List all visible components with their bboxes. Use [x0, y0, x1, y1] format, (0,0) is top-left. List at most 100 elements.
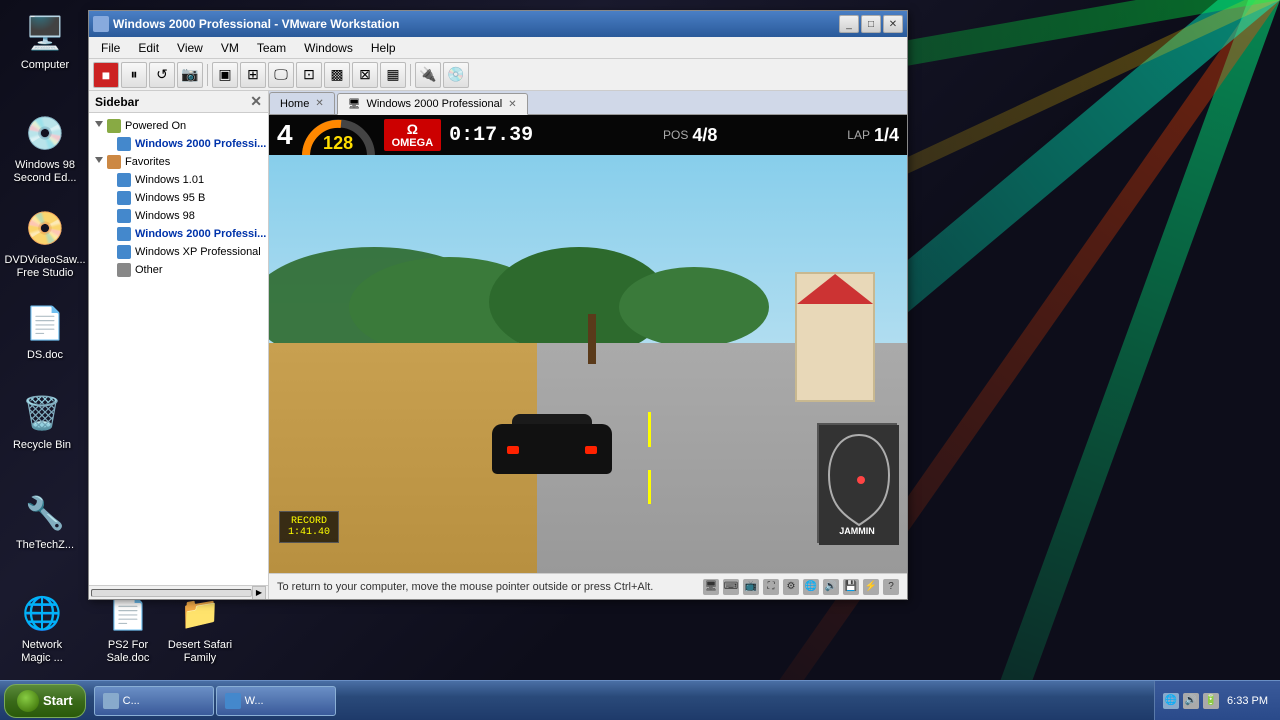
sidebar-item-winxp[interactable]: Windows XP Professional [89, 243, 268, 261]
pause-button[interactable]: ⏸ [121, 62, 147, 88]
desktop-icon-windows98[interactable]: 💿 Windows 98Second Ed... [5, 105, 85, 189]
view-btn-6[interactable]: ⊠ [352, 62, 378, 88]
menu-edit[interactable]: Edit [130, 39, 167, 57]
desktop-icon-network-magic[interactable]: 🌐 Network Magic ... [2, 585, 82, 669]
status-hdd-icon[interactable]: 💾 [843, 579, 859, 595]
dsdoc-icon: 📄 [21, 299, 69, 347]
sidebar-item-win2000[interactable]: Windows 2000 Professi... [89, 135, 268, 153]
windows98-label: Windows 98Second Ed... [14, 159, 77, 185]
tab-home-close[interactable]: ✕ [315, 98, 323, 109]
menu-help[interactable]: Help [363, 39, 404, 57]
sidebar-item-win95b[interactable]: Windows 95 B [89, 189, 268, 207]
minimize-button[interactable]: _ [839, 15, 859, 33]
status-message: To return to your computer, move the mou… [277, 581, 653, 593]
vm-area: Home ✕ 🖥 Windows 2000 Professional ✕ 4 [269, 91, 907, 599]
recycle-label: Recycle Bin [13, 439, 71, 452]
cd-button[interactable]: 💿 [443, 62, 469, 88]
view-btn-5[interactable]: ▩ [324, 62, 350, 88]
win101-label: Windows 1.01 [135, 174, 204, 186]
desktop-icon-dsdoc[interactable]: 📄 DS.doc [5, 295, 85, 366]
game-hud: 4 128 Ω OMEGA [269, 115, 907, 155]
view-normal-button[interactable]: ▣ [212, 62, 238, 88]
start-button[interactable]: Start [4, 684, 86, 718]
lap-value: 1/4 [874, 125, 899, 146]
view-btn-3[interactable]: 🖵 [268, 62, 294, 88]
restore-button[interactable]: □ [861, 15, 881, 33]
taskbar-item-label-2: W... [245, 695, 264, 707]
poweredon-section-icon [107, 119, 121, 133]
dvdvideo-icon: 📀 [21, 204, 69, 252]
expand-poweredon-icon [95, 121, 103, 131]
building-roof [797, 274, 873, 304]
sidebar-item-win101[interactable]: Windows 1.01 [89, 171, 268, 189]
menu-bar: File Edit View VM Team Windows Help [89, 37, 907, 59]
window-title: Windows 2000 Professional - VMware Works… [113, 17, 835, 31]
status-net-icon[interactable]: 🌐 [803, 579, 819, 595]
win2000-fav-label: Windows 2000 Professi... [135, 228, 266, 240]
sidebar: Sidebar ✕ Powered On Windows 2000 Profes… [89, 91, 269, 599]
status-monitor-icon[interactable]: 🖥 [703, 579, 719, 595]
building-main [795, 272, 875, 402]
sidebar-scrollbar[interactable]: ▶ [89, 585, 268, 599]
window-titlebar: Windows 2000 Professional - VMware Works… [89, 11, 907, 37]
menu-team[interactable]: Team [249, 39, 294, 57]
game-viewport[interactable]: 4 128 Ω OMEGA [269, 115, 907, 573]
sidebar-section-favorites[interactable]: Favorites [89, 153, 268, 171]
taskbar-desktop-icon [103, 693, 119, 709]
tab-win2000-close[interactable]: ✕ [508, 99, 516, 110]
status-sound-icon[interactable]: 🔊 [823, 579, 839, 595]
power-stop-button[interactable]: ■ [93, 62, 119, 88]
scrollbar-right-arrow[interactable]: ▶ [252, 586, 266, 600]
snapshot-button[interactable]: 📷 [177, 62, 203, 88]
win2000-fav-icon [117, 227, 131, 241]
desktop-icon-thetech[interactable]: 🔧 TheTechZ... [5, 485, 85, 556]
tab-win2000-label: Windows 2000 Professional [366, 98, 502, 110]
menu-view[interactable]: View [169, 39, 211, 57]
sidebar-section-poweredon[interactable]: Powered On [89, 117, 268, 135]
road-line-1 [648, 412, 651, 446]
taskbar-vmware-icon [225, 693, 241, 709]
menu-windows[interactable]: Windows [296, 39, 361, 57]
status-kbd-icon[interactable]: ⌨ [723, 579, 739, 595]
desktop-icon-computer[interactable]: 🖥️ Computer [5, 5, 85, 76]
desktop: 🖥️ Computer 💿 Windows 98Second Ed... 📀 D… [0, 0, 1280, 720]
recycle-icon: 🗑️ [18, 389, 66, 437]
status-display-icon[interactable]: 📺 [743, 579, 759, 595]
record-label: RECORD [288, 516, 330, 527]
sidebar-item-win2000-fav[interactable]: Windows 2000 Professi... [89, 225, 268, 243]
menu-file[interactable]: File [93, 39, 128, 57]
sidebar-item-win98[interactable]: Windows 98 [89, 207, 268, 225]
sidebar-close-button[interactable]: ✕ [250, 93, 262, 110]
tab-home-label: Home [280, 98, 309, 110]
close-button[interactable]: ✕ [883, 15, 903, 33]
sidebar-header: Sidebar ✕ [89, 91, 268, 113]
status-power-icon[interactable]: ⚡ [863, 579, 879, 595]
status-settings-icon[interactable]: ⚙ [783, 579, 799, 595]
taskbar: Start C... W... 🌐 🔊 🔋 6:33 PM [0, 680, 1280, 720]
winxp-label: Windows XP Professional [135, 246, 261, 258]
taskbar-item-vmware[interactable]: W... [216, 686, 336, 716]
winxp-icon [117, 245, 131, 259]
desktop-icon-dvdvideo[interactable]: 📀 DVDVideoSaw...Free Studio [5, 200, 85, 284]
car-right-light [585, 446, 597, 454]
sidebar-content[interactable]: Powered On Windows 2000 Professi... Favo… [89, 113, 268, 585]
car-left-light [507, 446, 519, 454]
win95b-icon [117, 191, 131, 205]
tab-home[interactable]: Home ✕ [269, 92, 335, 114]
sidebar-item-other[interactable]: Other [89, 261, 268, 279]
view-btn-4[interactable]: ⊡ [296, 62, 322, 88]
computer-icon: 🖥️ [21, 9, 69, 57]
reset-button[interactable]: ↺ [149, 62, 175, 88]
usb-button[interactable]: 🔌 [415, 62, 441, 88]
desktop-icon-recycle[interactable]: 🗑️ Recycle Bin [2, 385, 82, 456]
scrollbar-track[interactable] [91, 589, 252, 597]
omega-label: OMEGA [392, 137, 434, 149]
view-btn-7[interactable]: ▦ [380, 62, 406, 88]
status-help-icon[interactable]: ? [883, 579, 899, 595]
menu-vm[interactable]: VM [213, 39, 247, 57]
record-display: RECORD 1:41.40 [279, 511, 339, 543]
tab-win2000[interactable]: 🖥 Windows 2000 Professional ✕ [337, 93, 528, 115]
view-btn-2[interactable]: ⊞ [240, 62, 266, 88]
status-fs-icon[interactable]: ⛶ [763, 579, 779, 595]
taskbar-item-desktop[interactable]: C... [94, 686, 214, 716]
